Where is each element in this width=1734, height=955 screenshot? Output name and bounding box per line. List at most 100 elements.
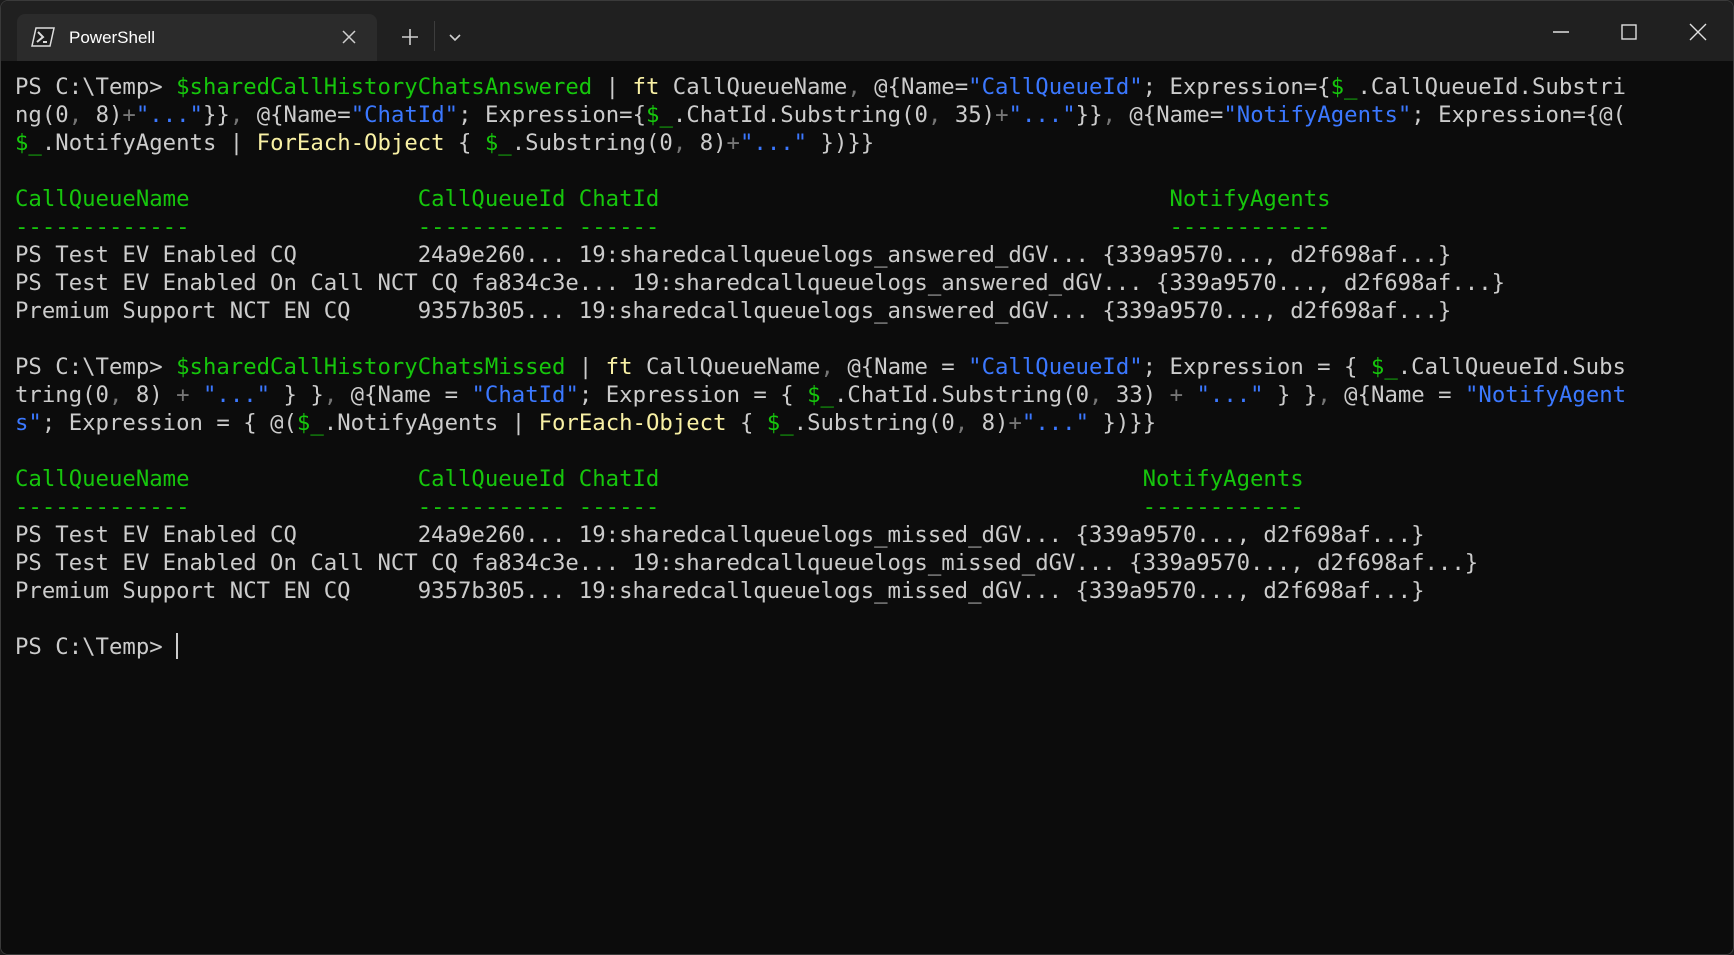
command-token: tring(0 [15,382,109,408]
table-row: PS Test EV Enabled On Call NCT CQ fa834c… [15,549,1733,577]
command-token: CallQueueName [659,74,848,100]
command-token: | [592,74,633,100]
command-token: .ChatId.Substring(0 [672,102,928,128]
text-cursor [176,633,179,659]
minimize-icon[interactable] [1541,12,1581,52]
table-header-text: CallQueueName CallQueueId ChatId NotifyA… [15,466,1304,492]
command-token: $sharedCallHistoryChatsAnswered [176,74,593,100]
table-row: PS Test EV Enabled CQ 24a9e260... 19:sha… [15,241,1733,269]
table-row-text: Premium Support NCT EN CQ 9357b305... 19… [15,578,1425,604]
command-token: $_ [1330,74,1358,100]
command-token: ft [632,74,660,100]
prompt-line: PS C:\Temp> [15,633,1733,661]
command-token: "..." [739,130,808,156]
command-token: 33) [1102,382,1170,408]
chevron-down-icon[interactable] [435,17,475,57]
command-token: 8) [82,102,123,128]
command-token: , [1317,382,1331,408]
table-row-text: Premium Support NCT EN CQ 9357b305... 19… [15,298,1452,324]
command-token: @{Name= [1115,102,1224,128]
plus-icon[interactable] [390,17,430,57]
command-line: $_.NotifyAgents | ForEach-Object { $_.Su… [15,129,1733,157]
command-token: @{Name = [833,354,969,380]
command-token: { [444,130,485,156]
table-header: CallQueueName CallQueueId ChatId NotifyA… [15,465,1733,493]
command-token: 35) [941,102,996,128]
command-token: "ChatId" [350,102,459,128]
table-row: PS Test EV Enabled On Call NCT CQ fa834c… [15,269,1733,297]
command-token: "NotifyAgents" [1223,102,1412,128]
table-header-underline: ------------- ----------- ------ -------… [15,493,1733,521]
title-bar: PowerShell [1,1,1733,61]
command-token: , [847,74,861,100]
command-token: , [229,102,244,128]
command-token: $_ [484,130,512,156]
command-token: "..." [1021,410,1090,436]
command-token: , [108,382,123,408]
command-token: })}} [1089,410,1157,436]
command-token: , [927,102,942,128]
command-token: ; Expression = { [578,382,808,408]
command-token: | [565,354,606,380]
command-token: "NotifyAgent [1465,382,1627,408]
command-token: + [1169,382,1184,408]
command-token: + [726,130,740,156]
command-token: , [1089,382,1103,408]
command-token: $sharedCallHistoryChatsMissed [176,354,566,380]
command-token: ForEach-Object [256,130,445,156]
command-line: PS C:\Temp> $sharedCallHistoryChatsMisse… [15,353,1733,381]
command-token: , [820,354,834,380]
command-token: "..." [1196,382,1264,408]
command-token: + [176,382,190,408]
command-token: 8) [686,130,727,156]
command-token: + [1008,410,1022,436]
terminal-window: PowerShell PS C:\Temp> $sharedCallHistor… [0,0,1734,955]
terminal-output[interactable]: PS C:\Temp> $sharedCallHistoryChatsAnswe… [1,61,1733,954]
command-token: + [995,102,1009,128]
command-token: @{Name= [860,74,969,100]
command-token: ; Expression={ [458,102,647,128]
command-token: } } [270,382,324,408]
command-token: @{Name = [337,382,472,408]
table-underline-text: ------------- ----------- ------ -------… [15,214,1331,240]
command-token: $_ [296,410,324,436]
command-token: ft [605,354,633,380]
command-token: .NotifyAgents | [323,410,539,436]
command-token: , [954,410,969,436]
close-icon[interactable] [339,27,359,47]
command-token: "..." [135,102,203,128]
command-token: $_ [766,410,794,436]
tab-powershell[interactable]: PowerShell [17,14,377,61]
command-token: }} [1075,102,1103,128]
command-token: s" [15,410,42,436]
command-token: .NotifyAgents | [41,130,257,156]
command-token: @{Name = [1330,382,1465,408]
command-token: , [672,130,687,156]
command-token: ; Expression={@( [1411,102,1627,128]
command-line: ng(0, 8)+"..."}}, @{Name="ChatId"; Expre… [15,101,1733,129]
command-token [190,382,203,408]
command-token: "..." [1008,102,1076,128]
table-underline-text: ------------- ----------- ------ -------… [15,494,1304,520]
maximize-icon[interactable] [1609,12,1649,52]
command-token: , [68,102,83,128]
table-row: Premium Support NCT EN CQ 9357b305... 19… [15,577,1733,605]
table-header-text: CallQueueName CallQueueId ChatId NotifyA… [15,186,1331,212]
command-token: }} [202,102,230,128]
command-token: 8) [122,382,177,408]
command-token: ; Expression = { [1142,354,1371,380]
close-icon[interactable] [1678,12,1718,52]
command-token: ng(0 [15,102,69,128]
command-token: 8) [968,410,1009,436]
command-token: $_ [15,130,42,156]
command-token: .CallQueueId.Subs [1397,354,1626,380]
command-token: ; Expression = { @( [41,410,297,436]
table-row-text: PS Test EV Enabled CQ 24a9e260... 19:sha… [15,242,1452,268]
command-token: "ChatId" [471,382,579,408]
table-row-text: PS Test EV Enabled CQ 24a9e260... 19:sha… [15,522,1425,548]
powershell-icon [31,27,55,47]
command-token: } } [1263,382,1318,408]
command-token: .CallQueueId.Substri [1357,74,1626,100]
